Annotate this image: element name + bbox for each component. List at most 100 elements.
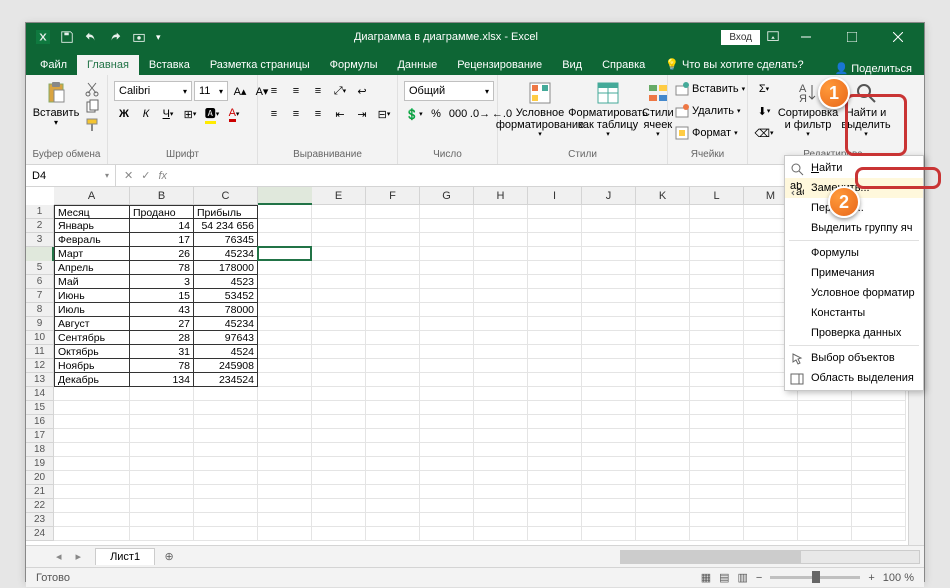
cell[interactable]: 17	[130, 233, 194, 247]
cell[interactable]	[636, 373, 690, 387]
cell[interactable]	[366, 219, 420, 233]
cell[interactable]	[312, 345, 366, 359]
border-button[interactable]: ⊞▾	[180, 104, 200, 124]
cell[interactable]	[54, 527, 130, 541]
cell[interactable]	[420, 429, 474, 443]
cell[interactable]	[582, 331, 636, 345]
cell[interactable]	[636, 289, 690, 303]
cell[interactable]	[690, 499, 744, 513]
cell[interactable]	[582, 205, 636, 219]
row-header[interactable]: 21	[26, 485, 53, 499]
cell[interactable]: Сентябрь	[54, 331, 130, 345]
cell[interactable]	[690, 205, 744, 219]
cell[interactable]	[366, 499, 420, 513]
cell[interactable]	[690, 401, 744, 415]
cell[interactable]: 27	[130, 317, 194, 331]
cell[interactable]	[366, 359, 420, 373]
cell[interactable]	[366, 527, 420, 541]
cell[interactable]: Май	[54, 275, 130, 289]
cell[interactable]	[690, 331, 744, 345]
cell[interactable]	[636, 331, 690, 345]
zoom-slider[interactable]	[770, 576, 860, 579]
cell[interactable]	[528, 247, 582, 261]
cell[interactable]	[420, 471, 474, 485]
cell[interactable]	[194, 471, 258, 485]
cell[interactable]	[420, 205, 474, 219]
cell[interactable]: 54 234 656	[194, 219, 258, 233]
cell[interactable]	[582, 261, 636, 275]
clear-icon[interactable]: ⌫▾	[754, 123, 774, 143]
cell[interactable]: Август	[54, 317, 130, 331]
cell[interactable]	[366, 331, 420, 345]
cell[interactable]	[582, 373, 636, 387]
cell[interactable]	[636, 345, 690, 359]
cell[interactable]	[258, 233, 312, 247]
autosum-icon[interactable]: Σ▾	[754, 79, 774, 99]
cell[interactable]	[636, 275, 690, 289]
row-header[interactable]: 18	[26, 443, 53, 457]
cells-insert-button[interactable]: Вставить ▾	[674, 79, 746, 99]
cell[interactable]	[474, 303, 528, 317]
cell[interactable]	[366, 289, 420, 303]
cell[interactable]	[194, 457, 258, 471]
cell[interactable]	[636, 317, 690, 331]
cell[interactable]: Месяц	[54, 205, 130, 219]
indent-dec-icon[interactable]: ⇤	[330, 104, 350, 124]
col-header-C[interactable]: C	[194, 187, 258, 204]
cell[interactable]	[194, 485, 258, 499]
cell[interactable]	[312, 415, 366, 429]
row-header[interactable]: 15	[26, 401, 53, 415]
cell[interactable]	[194, 415, 258, 429]
cell[interactable]	[798, 527, 852, 541]
cell[interactable]	[312, 499, 366, 513]
cell[interactable]	[690, 359, 744, 373]
maximize-button[interactable]	[832, 23, 872, 51]
menu-validation[interactable]: Проверка данных	[785, 323, 923, 343]
cell[interactable]	[798, 443, 852, 457]
cell[interactable]	[636, 303, 690, 317]
cell[interactable]	[420, 331, 474, 345]
sheet-tab[interactable]: Лист1	[95, 548, 155, 565]
cell[interactable]: Апрель	[54, 261, 130, 275]
cell[interactable]	[582, 429, 636, 443]
cell[interactable]	[582, 233, 636, 247]
menu-comments[interactable]: Примечания	[785, 263, 923, 283]
cell[interactable]	[366, 401, 420, 415]
paste-button[interactable]: Вставить▾	[32, 77, 80, 132]
cell[interactable]: 31	[130, 345, 194, 359]
col-header-L[interactable]: L	[690, 187, 744, 204]
cells-delete-button[interactable]: Удалить ▾	[674, 101, 742, 121]
cell[interactable]	[474, 485, 528, 499]
cell[interactable]: 45234	[194, 317, 258, 331]
cell[interactable]	[798, 513, 852, 527]
cell[interactable]: 4524	[194, 345, 258, 359]
cell[interactable]: Февраль	[54, 233, 130, 247]
cell[interactable]	[690, 485, 744, 499]
tab-review[interactable]: Рецензирование	[447, 55, 552, 75]
cell[interactable]	[636, 233, 690, 247]
font-size-combo[interactable]: 11 ▾	[194, 81, 228, 101]
cell[interactable]	[798, 415, 852, 429]
menu-goto[interactable]: Перейти...	[785, 198, 923, 218]
col-header-A[interactable]: A	[54, 187, 130, 204]
cell[interactable]	[528, 275, 582, 289]
cell[interactable]	[690, 415, 744, 429]
cell[interactable]: Ноябрь	[54, 359, 130, 373]
cell[interactable]	[474, 401, 528, 415]
cell[interactable]	[312, 485, 366, 499]
cell[interactable]	[258, 345, 312, 359]
cell[interactable]	[528, 205, 582, 219]
cell[interactable]	[582, 513, 636, 527]
cell[interactable]	[744, 513, 798, 527]
cell[interactable]: Декабрь	[54, 373, 130, 387]
cell[interactable]	[258, 331, 312, 345]
cell[interactable]	[474, 205, 528, 219]
cell[interactable]	[130, 401, 194, 415]
cell[interactable]	[528, 457, 582, 471]
row-header[interactable]: 8	[26, 303, 53, 317]
grow-font-icon[interactable]: A▴	[230, 81, 250, 101]
cell[interactable]	[420, 275, 474, 289]
cell[interactable]	[582, 387, 636, 401]
view-normal-icon[interactable]: ▦	[701, 571, 711, 584]
add-sheet-button[interactable]: ⊕	[159, 550, 179, 563]
